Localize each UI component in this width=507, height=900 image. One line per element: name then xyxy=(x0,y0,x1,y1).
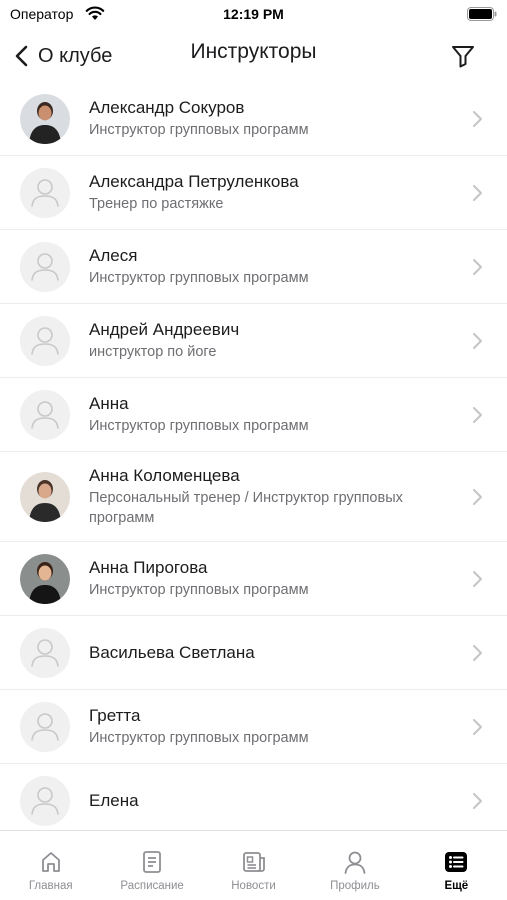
chevron-right-icon xyxy=(473,258,482,275)
avatar xyxy=(20,471,70,522)
instructor-text: Александр Сокуров Инструктор групповых пр… xyxy=(89,97,459,140)
avatar-placeholder-icon xyxy=(20,701,70,752)
instructor-name: Гретта xyxy=(89,706,141,725)
avatar-placeholder-icon xyxy=(20,775,70,826)
home-icon xyxy=(41,852,60,872)
avatar-placeholder-icon xyxy=(20,627,70,678)
instructor-row[interactable]: Елена xyxy=(0,764,507,830)
instructor-row[interactable]: Анна Пирогова Инструктор групповых програ… xyxy=(0,542,507,616)
chevron-right-icon xyxy=(473,792,482,809)
navigation-bar: О клубе Инструкторы xyxy=(0,30,507,82)
instructor-role: инструктор по йоге xyxy=(89,344,217,360)
instructor-role: Инструктор групповых программ xyxy=(89,270,309,286)
avatar-placeholder-icon xyxy=(20,315,70,366)
profile-icon xyxy=(344,851,366,874)
instructor-name: Анна xyxy=(89,394,129,413)
tab-profile[interactable]: Профиль xyxy=(304,831,405,900)
tab-schedule[interactable]: Расписание xyxy=(101,831,202,900)
instructor-text: Анна Коломенцева Персональный тренер / Ин… xyxy=(89,465,459,528)
instructor-list: Александр Сокуров Инструктор групповых пр… xyxy=(0,82,507,830)
battery-icon xyxy=(467,7,497,21)
tab-news[interactable]: Новости xyxy=(203,831,304,900)
instructor-name: Анна Пирогова xyxy=(89,558,208,577)
tab-home[interactable]: Главная xyxy=(0,831,101,900)
tab-label: Новости xyxy=(231,880,276,892)
instructor-row[interactable]: Анна Инструктор групповых программ xyxy=(0,378,507,452)
instructor-role: Тренер по растяжке xyxy=(89,196,224,212)
avatar-placeholder-icon xyxy=(20,167,70,218)
instructor-name: Алеся xyxy=(89,246,138,265)
avatar-placeholder-icon xyxy=(20,241,70,292)
back-label: О клубе xyxy=(38,44,113,67)
instructor-name: Андрей Андреевич xyxy=(89,320,240,339)
tab-label: Ещё xyxy=(444,880,469,892)
instructor-row[interactable]: Александра Петруленкова Тренер по растяжк… xyxy=(0,156,507,230)
instructor-row[interactable]: Андрей Андреевич инструктор по йоге xyxy=(0,304,507,378)
instructor-name: Александр Сокуров xyxy=(89,98,245,117)
tab-bar: Главная Расписание Новости Профиль Ещё xyxy=(0,830,507,900)
avatar xyxy=(20,553,70,604)
instructor-name: Васильева Светлана xyxy=(89,642,255,662)
instructor-text: Андрей Андреевич инструктор по йоге xyxy=(89,319,459,362)
chevron-right-icon xyxy=(473,110,482,127)
schedule-icon xyxy=(143,851,162,873)
instructor-row[interactable]: Алеся Инструктор групповых программ xyxy=(0,230,507,304)
chevron-right-icon xyxy=(473,488,482,505)
status-time: 12:19 PM xyxy=(223,6,284,22)
instructor-text: Гретта Инструктор групповых программ xyxy=(89,705,459,748)
instructor-role: Инструктор групповых программ xyxy=(89,122,309,138)
instructor-row[interactable]: Анна Коломенцева Персональный тренер / Ин… xyxy=(0,452,507,542)
tab-label: Расписание xyxy=(120,880,184,892)
chevron-right-icon xyxy=(473,332,482,349)
chevron-right-icon xyxy=(473,406,482,423)
filter-icon[interactable] xyxy=(449,42,477,70)
instructor-role: Инструктор групповых программ xyxy=(89,418,309,434)
news-icon xyxy=(242,852,265,872)
instructor-text: Анна Инструктор групповых программ xyxy=(89,393,459,436)
instructor-name: Елена xyxy=(89,790,139,810)
status-bar: Оператор 12:19 PM xyxy=(0,0,507,30)
chevron-left-icon xyxy=(15,45,28,67)
tab-more[interactable]: Ещё xyxy=(406,831,507,900)
more-icon xyxy=(445,852,468,872)
back-button[interactable]: О клубе xyxy=(12,38,112,74)
avatar xyxy=(20,93,70,144)
avatar-placeholder-icon xyxy=(20,389,70,440)
instructor-name: Анна Коломенцева xyxy=(89,466,240,485)
instructor-role: Инструктор групповых программ xyxy=(89,582,309,598)
instructor-row[interactable]: Гретта Инструктор групповых программ xyxy=(0,690,507,764)
chevron-right-icon xyxy=(473,570,482,587)
instructor-role: Персональный тренер / Инструктор группов… xyxy=(89,490,403,526)
instructor-name: Александра Петруленкова xyxy=(89,172,299,191)
chevron-right-icon xyxy=(473,184,482,201)
instructor-text: Анна Пирогова Инструктор групповых програ… xyxy=(89,557,459,600)
chevron-right-icon xyxy=(473,718,482,735)
instructor-text: Елена xyxy=(89,790,459,812)
instructor-row[interactable]: Александр Сокуров Инструктор групповых пр… xyxy=(0,82,507,156)
tab-label: Главная xyxy=(28,880,73,892)
instructor-role: Инструктор групповых программ xyxy=(89,730,309,746)
tab-label: Профиль xyxy=(330,880,380,892)
instructor-text: Алеся Инструктор групповых программ xyxy=(89,245,459,288)
chevron-right-icon xyxy=(473,644,482,661)
instructor-text: Александра Петруленкова Тренер по растяжк… xyxy=(89,171,459,214)
instructor-text: Васильева Светлана xyxy=(89,642,459,664)
instructor-row[interactable]: Васильева Светлана xyxy=(0,616,507,690)
